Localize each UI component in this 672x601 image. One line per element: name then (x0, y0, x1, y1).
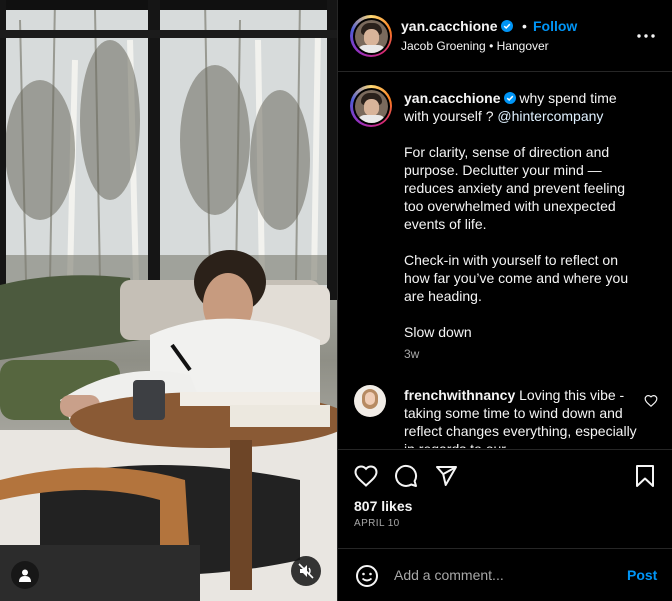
emoji-icon (356, 565, 378, 587)
commenter-avatar[interactable] (354, 385, 386, 417)
post-side-panel: yan.cacchione • Follow Jacob Groening • … (337, 0, 672, 601)
commenter-username[interactable]: frenchwithnancy (404, 387, 515, 403)
audio-track-link[interactable]: Hangover (497, 39, 549, 53)
audio-separator: • (489, 39, 494, 53)
user-tag-icon (19, 569, 31, 582)
comment-item: frenchwithnancy Loving this vibe - takin… (404, 386, 640, 448)
author-username[interactable]: yan.cacchione (401, 18, 498, 34)
caption-first-paragraph: yan.cacchione why spend time with yourse… (404, 89, 640, 125)
post-caption: yan.cacchione why spend time with yourse… (404, 89, 640, 359)
comment-icon (395, 464, 418, 487)
bookmark-icon (636, 465, 654, 487)
comment-input[interactable] (394, 563, 614, 587)
more-options-icon (637, 34, 655, 38)
caption-author-avatar[interactable] (350, 85, 392, 127)
verified-badge-icon (503, 92, 516, 104)
caption-mention-link[interactable]: @hintercompany (497, 108, 603, 124)
likes-count[interactable]: 807 likes (354, 498, 412, 514)
emoji-button[interactable] (354, 563, 380, 589)
audio-muted-icon (298, 563, 314, 579)
audio-attribution: Jacob Groening • Hangover (401, 39, 549, 53)
comment-like-heart-icon[interactable] (644, 394, 658, 408)
header-separator: • (522, 18, 527, 34)
follow-button[interactable]: Follow (533, 18, 577, 34)
post-photo (0, 0, 337, 601)
caption-paragraph: Slow down (404, 324, 472, 340)
share-button[interactable] (433, 463, 459, 489)
caption-paragraph: For clarity, sense of direction and purp… (404, 144, 626, 232)
author-username-link[interactable]: yan.cacchione (401, 18, 513, 34)
audio-artist-link[interactable]: Jacob Groening (401, 39, 486, 53)
share-icon (436, 466, 457, 486)
user-tags-button[interactable] (11, 561, 39, 589)
audio-toggle-button[interactable] (291, 556, 321, 586)
add-comment-bar: Post (338, 548, 672, 601)
more-options-button[interactable] (634, 24, 658, 48)
post-date[interactable]: APRIL 10 (354, 518, 400, 529)
author-avatar[interactable] (350, 15, 392, 57)
post-actions: 807 likes APRIL 10 (338, 449, 672, 548)
like-button[interactable] (353, 463, 379, 489)
verified-badge-icon (500, 20, 513, 32)
post-header: yan.cacchione • Follow Jacob Groening • … (338, 0, 672, 72)
save-button[interactable] (632, 463, 658, 489)
comments-list[interactable]: yan.cacchione why spend time with yourse… (338, 73, 672, 448)
caption-paragraph: Check-in with yourself to reflect on how… (404, 252, 629, 304)
heart-icon (354, 465, 378, 487)
post-media[interactable] (0, 0, 337, 601)
post-comment-button[interactable]: Post (627, 567, 657, 583)
comment-button[interactable] (393, 463, 419, 489)
caption-username[interactable]: yan.cacchione (404, 90, 501, 106)
caption-timestamp[interactable]: 3w (404, 347, 419, 361)
